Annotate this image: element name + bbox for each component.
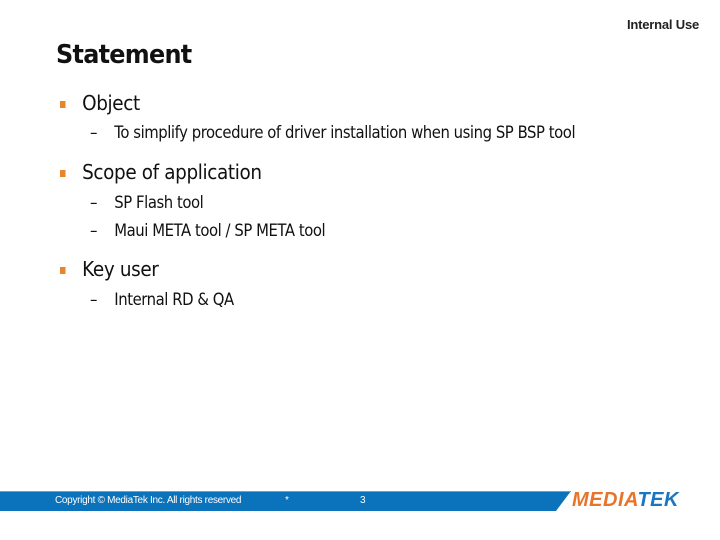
footer-page-number: 3 xyxy=(360,495,366,506)
dash-bullet-icon: – xyxy=(90,221,97,240)
sub-bullet-text: Internal RD & QA xyxy=(114,290,234,309)
square-bullet-icon xyxy=(60,101,66,108)
square-bullet-icon xyxy=(60,170,66,177)
bullet-text: Object xyxy=(82,91,140,115)
sub-bullet-text: SP Flash tool xyxy=(114,193,204,212)
dash-bullet-icon: – xyxy=(90,193,97,212)
square-bullet-icon xyxy=(60,267,66,274)
logo-text-tek: TEK xyxy=(637,489,679,511)
dash-bullet-icon: – xyxy=(90,123,97,142)
footer-marker: * xyxy=(285,495,289,506)
logo-text-media: MEDIA xyxy=(572,489,638,511)
sub-bullet-text: To simplify procedure of driver installa… xyxy=(114,123,576,142)
bullet-text: Scope of application xyxy=(82,160,262,184)
classification-label: Internal Use xyxy=(626,17,699,32)
slide-title: Statement xyxy=(56,40,192,70)
bullet-text: Key user xyxy=(82,257,159,281)
sub-bullet-text: Maui META tool / SP META tool xyxy=(114,221,326,240)
footer-copyright: Copyright © MediaTek Inc. All rights res… xyxy=(55,495,242,506)
footer-bar-highlight xyxy=(0,491,571,492)
dash-bullet-icon: – xyxy=(90,290,97,309)
mediatek-logo: MEDIATEK xyxy=(572,489,679,512)
